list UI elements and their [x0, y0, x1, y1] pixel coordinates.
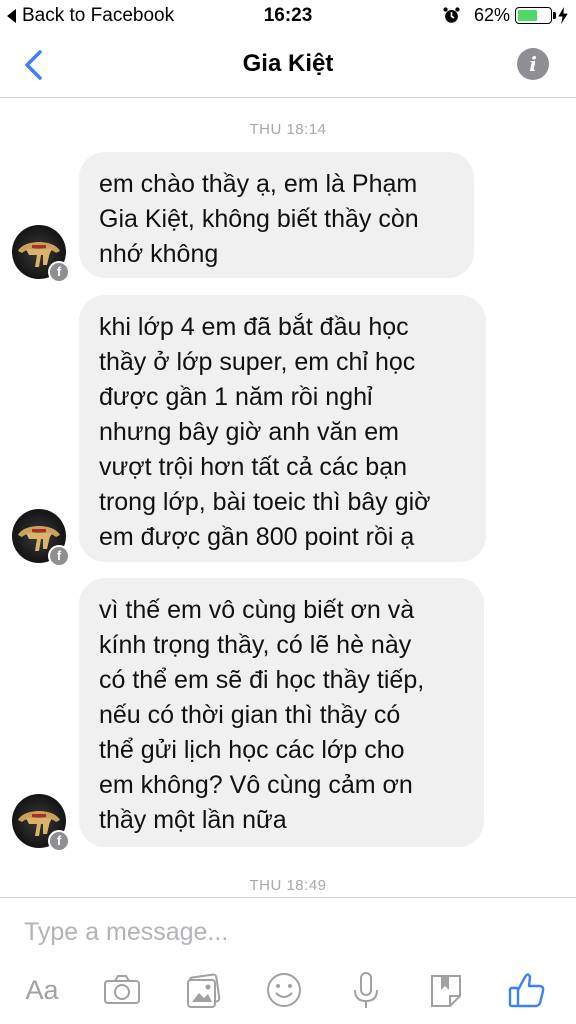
- avatar[interactable]: f: [12, 509, 70, 567]
- message-3-line: vì thế em vô cùng biết ơn và: [99, 596, 415, 624]
- gallery-icon[interactable]: [182, 968, 226, 1012]
- camera-icon[interactable]: [100, 968, 144, 1012]
- battery-fill: [518, 10, 538, 21]
- message-2-line: nhưng bây giờ anh văn em: [99, 418, 399, 446]
- status-right-group: 62%: [443, 5, 568, 26]
- message-2-line: được gần 1 năm rồi nghỉ: [99, 383, 373, 411]
- avatar[interactable]: f: [12, 225, 70, 283]
- thumbs-up-icon[interactable]: [505, 968, 549, 1012]
- message-2-line: trong lớp, bài toeic thì bây giờ: [99, 488, 431, 516]
- message-3-line: nếu có thời gian thì thầy có: [99, 701, 401, 729]
- microphone-icon[interactable]: [344, 968, 388, 1012]
- message-input[interactable]: [24, 912, 554, 952]
- emoji-icon[interactable]: [262, 968, 306, 1012]
- message-3-line: thể gửi lịch học các lớp cho: [99, 736, 405, 764]
- composer-toolbar: Aa: [0, 968, 576, 1018]
- battery-icon: [515, 7, 556, 24]
- message-1-line: Gia Kiệt, không biết thầy còn: [99, 205, 419, 233]
- message-3-line: kính trọng thầy, có lẽ hè này: [99, 631, 412, 659]
- message-1-line: em chào thầy ạ, em là Phạm: [99, 170, 418, 198]
- conversation-title: Gia Kiệt: [242, 50, 334, 77]
- message-bubble-1[interactable]: em chào thầy ạ, em là Phạm Gia Kiệt, khô…: [79, 152, 474, 278]
- message-2-line: em được gần 800 point rồi ạ: [99, 523, 415, 551]
- battery-nub: [553, 12, 556, 19]
- timestamp-1: THU 18:14: [249, 121, 327, 138]
- alarm-icon: [443, 7, 460, 23]
- text-format-icon[interactable]: Aa: [20, 968, 64, 1012]
- message-2-line: vượt trội hơn tất cả các bạn: [99, 453, 407, 481]
- message-2-line: khi lớp 4 em đã bắt đầu học: [99, 313, 409, 341]
- message-3-line: thầy một lần nữa: [99, 806, 287, 834]
- facebook-badge-icon: f: [48, 545, 70, 567]
- message-bubble-3[interactable]: vì thế em vô cùng biết ơn và kính trọng …: [79, 578, 484, 847]
- nav-bar: Gia Kiệt i: [0, 32, 576, 98]
- sticker-icon[interactable]: [424, 968, 468, 1012]
- message-1-line: nhớ không: [99, 240, 219, 268]
- message-2-line: thầy ở lớp super, em chỉ học: [99, 348, 416, 376]
- charging-bolt-icon: [558, 7, 568, 24]
- composer: Aa: [0, 897, 576, 1024]
- message-bubble-2[interactable]: khi lớp 4 em đã bắt đầu học thầy ở lớp s…: [79, 295, 486, 562]
- message-3-line: em không? Vô cùng cảm ơn: [99, 771, 413, 799]
- avatar[interactable]: f: [12, 794, 70, 852]
- timestamp-2: THU 18:49: [249, 877, 327, 894]
- battery-percent: 62%: [473, 5, 510, 25]
- facebook-badge-icon: f: [48, 830, 70, 852]
- message-3-line: có thể em sẽ đi học thầy tiếp,: [99, 666, 425, 694]
- status-bar: Back to Facebook 16:23 62%: [0, 0, 576, 32]
- facebook-badge-icon: f: [48, 261, 70, 283]
- info-icon[interactable]: i: [517, 48, 549, 80]
